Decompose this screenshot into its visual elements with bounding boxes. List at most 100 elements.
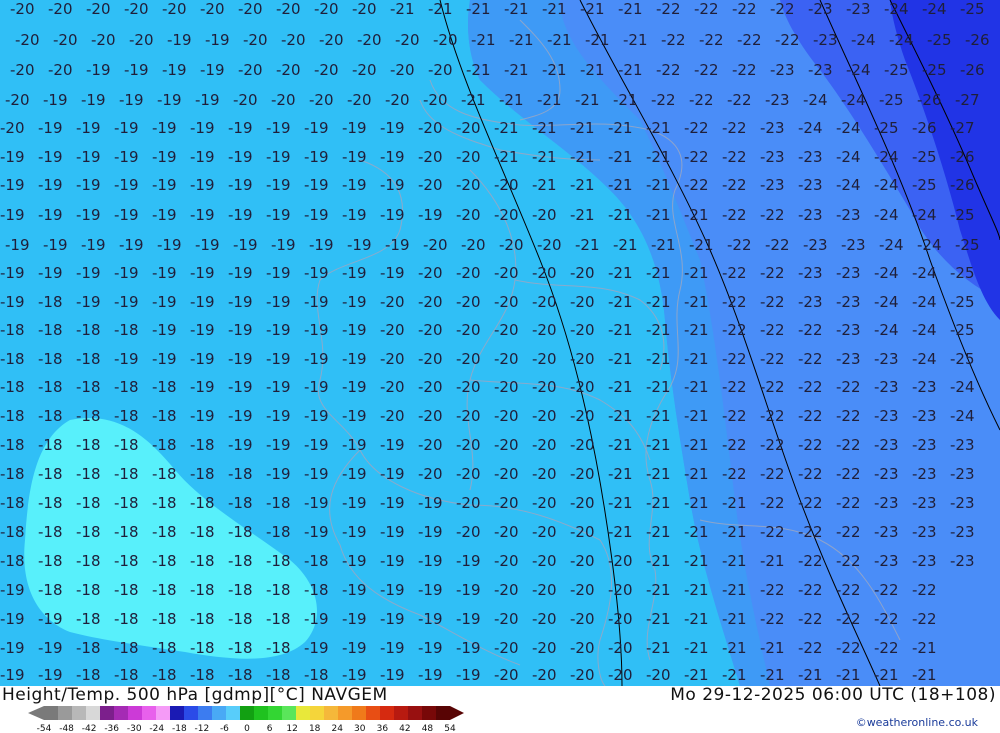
temperature-label: -18 [76,523,101,541]
temperature-label: -19 [76,119,101,137]
temperature-label: -26 [950,176,975,194]
temperature-label: -21 [608,293,633,311]
temperature-label: -18 [38,552,63,570]
temperature-label: -23 [760,119,785,137]
temperature-label: -25 [879,91,904,109]
temperature-label: -22 [760,350,785,368]
temperature-label: -19 [380,494,405,512]
temperature-label: -19 [347,236,372,254]
temperature-label: -21 [580,61,605,79]
temperature-label: -22 [760,293,785,311]
temperature-label: -22 [798,639,823,657]
temperature-label: -20 [352,61,377,79]
temperature-label: -19 [228,407,253,425]
temperature-label: -20 [380,350,405,368]
temperature-label: -20 [494,176,519,194]
temperature-label: -22 [656,0,681,18]
temperature-label: -19 [266,407,291,425]
temperature-label: -21 [608,206,633,224]
temperature-label: -18 [190,494,215,512]
temperature-label: -21 [542,0,567,18]
credit-link[interactable]: ©weatheronline.co.uk [856,716,978,729]
temperature-label: -25 [950,264,975,282]
temperature-label: -23 [874,523,899,541]
temperature-label: -19 [266,378,291,396]
temperature-label: -20 [570,465,595,483]
temperature-label: -19 [304,264,329,282]
temperature-label: -21 [646,350,671,368]
temperature-label: -20 [243,31,268,49]
temperature-label: -20 [162,0,187,18]
temperature-label: -18 [190,581,215,599]
scale-swatch [366,706,380,720]
temperature-label: -21 [646,148,671,166]
temperature-label: -22 [722,350,747,368]
temperature-label: -18 [114,610,139,628]
temperature-label: -23 [846,0,871,18]
temperature-label: -22 [722,407,747,425]
temperature-label: -24 [912,264,937,282]
temperature-label: -21 [608,119,633,137]
temperature-label: -21 [684,465,709,483]
temperature-label: -20 [532,321,557,339]
temperature-label: -20 [456,321,481,339]
temperature-label: -19 [342,436,367,454]
temperature-label: -18 [38,321,63,339]
temperature-label: -22 [912,581,937,599]
temperature-label: -20 [276,0,301,18]
temperature-label: -21 [608,321,633,339]
temperature-label: -20 [319,31,344,49]
temperature-label: -22 [836,378,861,396]
temperature-label: -22 [689,91,714,109]
temperature-label: -18 [228,666,253,684]
scale-left-arrow [28,706,44,720]
temperature-label: -22 [874,581,899,599]
temperature-label: -20 [456,119,481,137]
temperature-label: -19 [228,148,253,166]
temperature-label: -20 [532,293,557,311]
scale-tick-label: 36 [377,724,389,733]
temperature-label: -20 [570,523,595,541]
temperature-label: -21 [570,119,595,137]
temperature-label: -22 [722,148,747,166]
temperature-label: -22 [798,407,823,425]
temperature-label: -18 [152,639,177,657]
temperature-label: -22 [770,0,795,18]
temperature-label: -20 [380,407,405,425]
temperature-label: -18 [0,321,25,339]
temperature-label: -21 [646,293,671,311]
temperature-label: -19 [304,176,329,194]
temperature-label: -20 [532,465,557,483]
temperature-label: -20 [380,378,405,396]
temperature-label: -19 [228,206,253,224]
temperature-label: -19 [43,91,68,109]
temperature-label: -18 [152,436,177,454]
map-canvas: -20 -20 -20 -20 -20 -20 -20 -20 -20 -20 -21 -21 -21-… [0,0,1000,686]
temperature-label: -20 [456,436,481,454]
temperature-label: -18 [76,350,101,368]
scale-swatch [282,706,296,720]
temperature-label: -20 [456,378,481,396]
temperature-label: -18 [0,350,25,368]
temperature-label: -18 [304,666,329,684]
temperature-label: -21 [646,206,671,224]
temperature-label: -23 [912,523,937,541]
temperature-label: -21 [760,552,785,570]
temperature-label: -21 [684,206,709,224]
temperature-label: -19 [342,321,367,339]
weather-map: -20 -20 -20 -20 -20 -20 -20 -20 -20 -20 -21 -21 -21-… [0,0,1000,686]
temperature-label: -19 [456,639,481,657]
temperature-label: -21 [608,148,633,166]
temperature-label: -21 [684,494,709,512]
temperature-label: -18 [76,321,101,339]
temperature-label: -24 [798,119,823,137]
temperature-label: -18 [266,552,291,570]
temperature-label: -23 [912,552,937,570]
temperature-label: -19 [81,91,106,109]
temperature-label: -26 [965,31,990,49]
temperature-label: -22 [798,321,823,339]
temperature-label: -19 [114,293,139,311]
temperature-label: -20 [532,206,557,224]
temperature-label: -18 [190,523,215,541]
temperature-label: -19 [304,523,329,541]
